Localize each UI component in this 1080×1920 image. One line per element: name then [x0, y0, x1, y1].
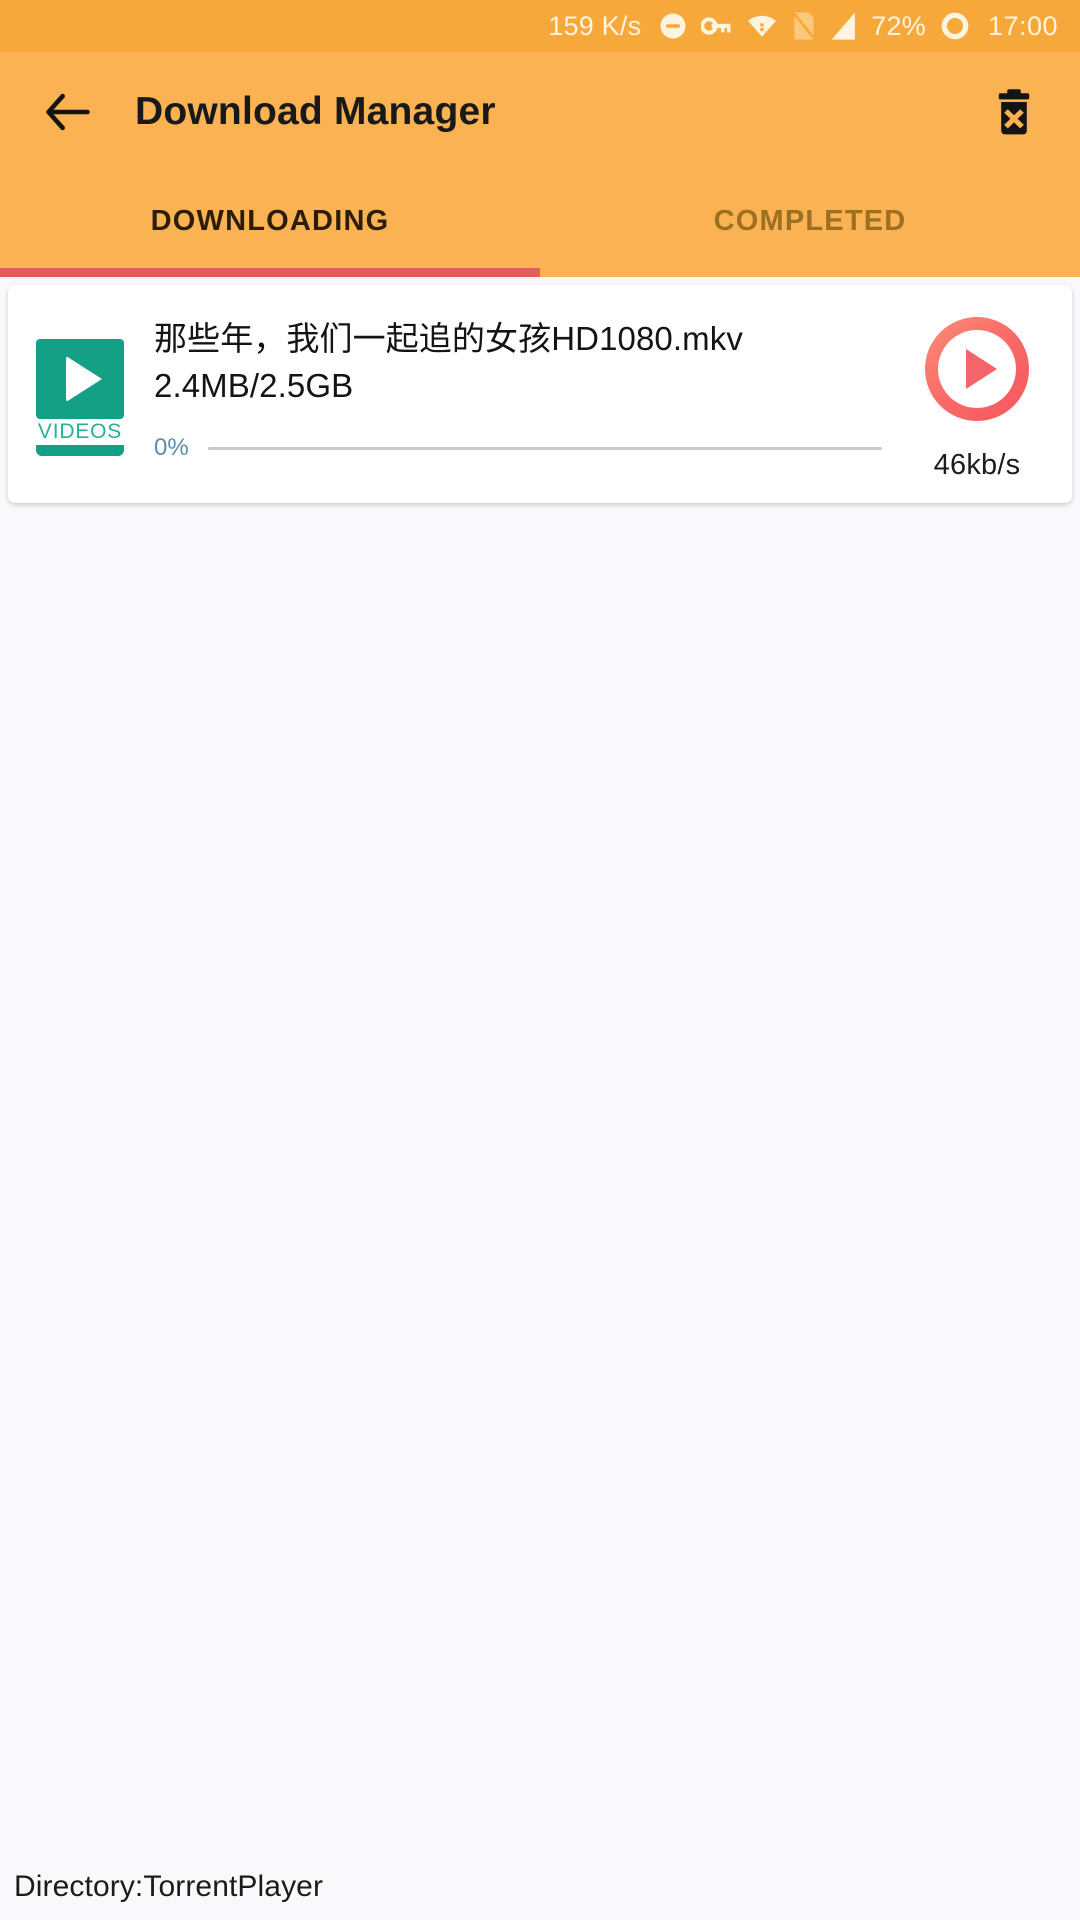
progress-bar — [208, 446, 882, 450]
vpn-key-icon — [701, 11, 733, 41]
file-type-label: VIDEOS — [37, 420, 123, 443]
download-list-item[interactable]: VIDEOS 那些年，我们一起追的女孩HD1080.mkv 2.4MB/2.5G… — [8, 285, 1072, 503]
resume-play-icon — [966, 349, 997, 389]
tab-downloading[interactable]: DOWNLOADING — [0, 172, 540, 277]
sim-card-off-icon — [791, 11, 817, 41]
thumbnail-underline — [36, 445, 124, 456]
download-info: 那些年，我们一起追的女孩HD1080.mkv 2.4MB/2.5GB 0% — [132, 303, 902, 462]
resume-button-inner — [938, 330, 1016, 408]
play-triangle-icon — [66, 356, 102, 402]
trash-x-icon — [998, 89, 1030, 135]
file-type-thumbnail: VIDEOS — [28, 339, 132, 456]
video-file-icon — [36, 339, 124, 419]
battery-ring-icon — [939, 10, 971, 42]
directory-footer: Directory:TorrentPlayer — [14, 1870, 324, 1903]
file-size-text: 2.4MB/2.5GB — [154, 366, 354, 404]
delete-all-button[interactable] — [986, 84, 1042, 140]
clock-text: 17:00 — [987, 10, 1058, 41]
do-not-disturb-icon — [658, 11, 688, 41]
battery-percent-text: 72% — [871, 10, 926, 41]
page-title: Download Manager — [135, 90, 496, 133]
signal-bars-icon — [830, 11, 858, 41]
tab-completed[interactable]: COMPLETED — [540, 172, 1080, 277]
resume-download-button[interactable] — [925, 317, 1029, 421]
file-name-text: 那些年，我们一起追的女孩HD1080.mkv — [154, 320, 743, 357]
progress-percent-text: 0% — [154, 434, 189, 462]
progress-row: 0% — [154, 434, 888, 462]
tab-active-indicator — [0, 268, 540, 277]
network-speed-text: 159 K/s — [548, 10, 642, 41]
download-actions: 46kb/s — [902, 303, 1052, 482]
download-speed-text: 46kb/s — [933, 449, 1021, 481]
app-bar: Download Manager — [0, 52, 1080, 172]
back-button[interactable] — [40, 84, 96, 140]
tab-bar: DOWNLOADING COMPLETED — [0, 172, 1080, 277]
wifi-icon — [746, 12, 778, 40]
back-arrow-icon — [46, 93, 90, 131]
download-list: VIDEOS 那些年，我们一起追的女孩HD1080.mkv 2.4MB/2.5G… — [0, 277, 1080, 503]
status-bar: 159 K/s 72% 17:00 — [0, 0, 1080, 52]
